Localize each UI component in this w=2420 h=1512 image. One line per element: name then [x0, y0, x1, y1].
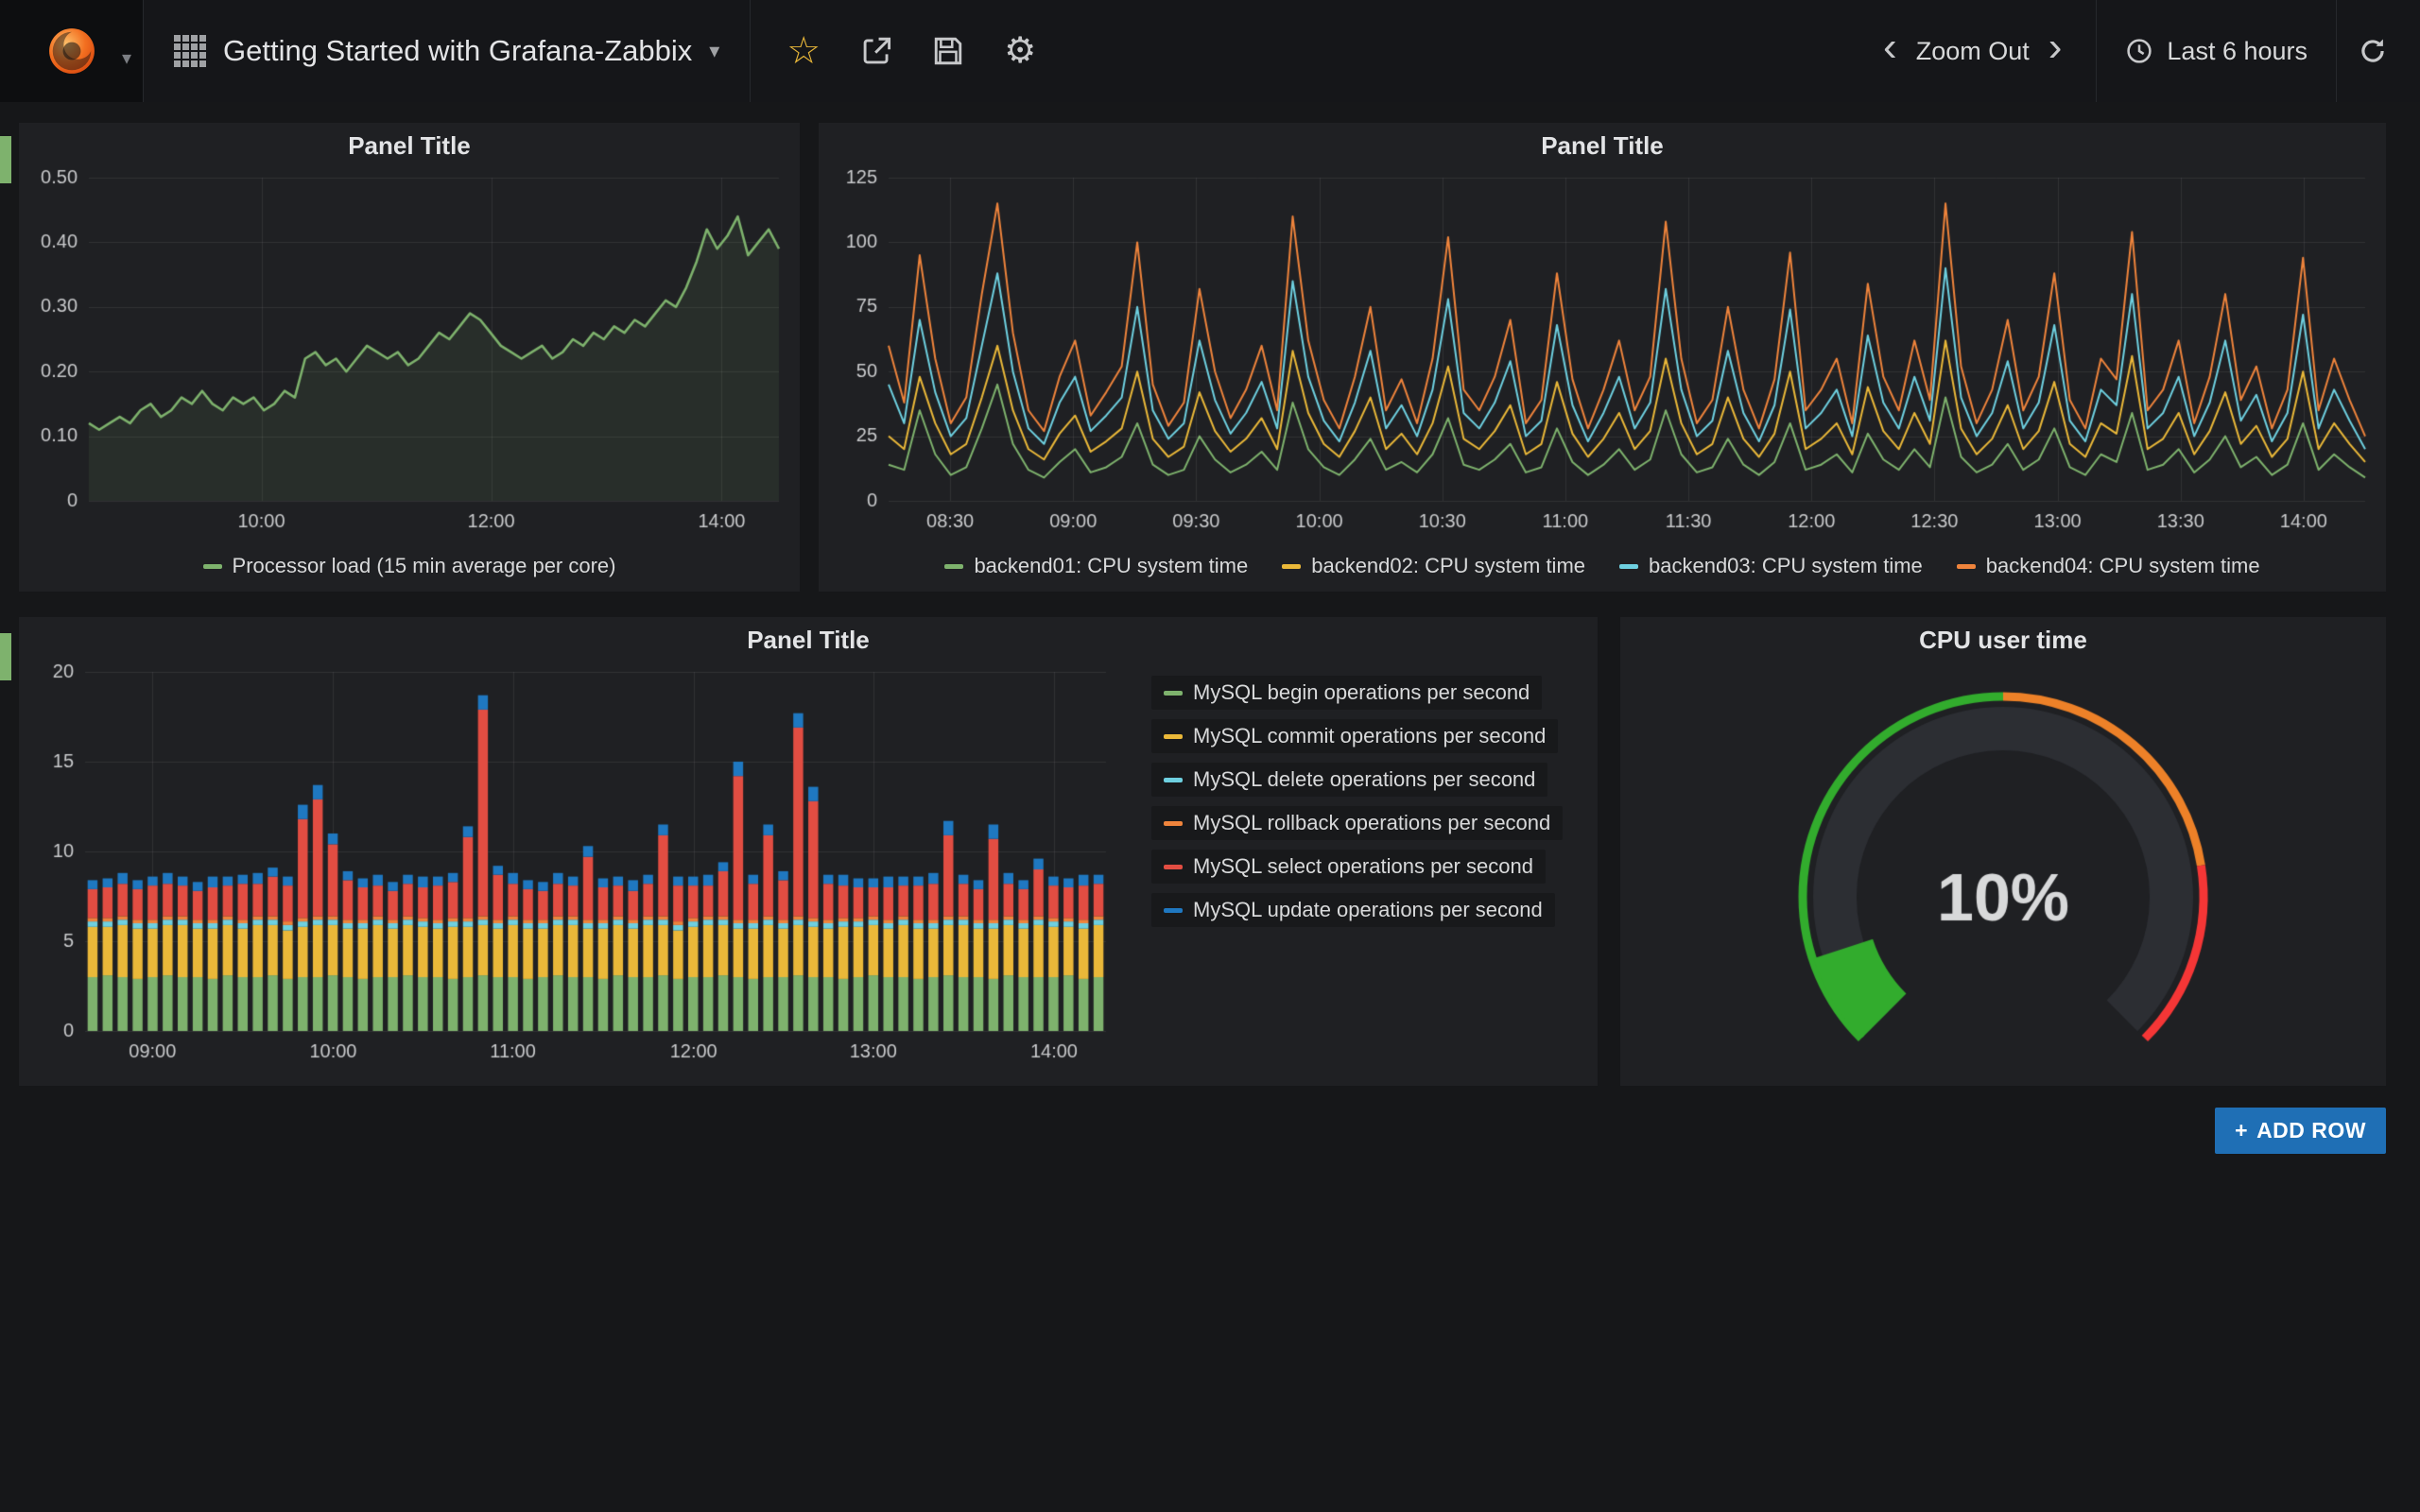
share-button[interactable] [860, 35, 892, 67]
divider [2096, 0, 2097, 102]
panel-processor-load: Panel Title Processor load (15 min avera… [19, 123, 800, 592]
legend-series-name: MySQL update operations per second [1193, 898, 1543, 922]
legend-item[interactable]: MySQL rollback operations per second [1151, 806, 1563, 840]
clock-icon [2125, 37, 2153, 65]
divider [2336, 0, 2337, 102]
legend-item[interactable]: MySQL begin operations per second [1151, 676, 1542, 710]
legend-item[interactable]: backend03: CPU system time [1619, 554, 1923, 578]
panel-cpu-system-time: Panel Title backend01: CPU system timeba… [819, 123, 2386, 592]
panel-title[interactable]: Panel Title [19, 617, 1598, 661]
settings-button[interactable]: ⚙ [1004, 33, 1036, 69]
legend-series-name: MySQL delete operations per second [1193, 767, 1535, 792]
legend-series-name: backend01: CPU system time [974, 554, 1248, 578]
chart-legend: MySQL begin operations per second MySQL c… [1125, 661, 1590, 1074]
chart-legend: backend01: CPU system time backend02: CPU… [819, 544, 2386, 588]
legend-color-mark [1164, 778, 1183, 782]
legend-item[interactable]: MySQL update operations per second [1151, 893, 1555, 927]
save-floppy-icon [932, 35, 964, 67]
line-chart-cpu-system-time[interactable] [826, 166, 2378, 544]
share-icon [860, 35, 892, 67]
legend-series-name: backend04: CPU system time [1986, 554, 2260, 578]
legend-color-mark [1282, 564, 1301, 569]
shift-time-forward-button[interactable]: › [2030, 26, 2082, 76]
dashboard-grid-icon [174, 35, 206, 67]
time-controls: ‹ Zoom Out › Last 6 hours [1864, 0, 2420, 102]
grafana-menu-button[interactable]: ▾ [0, 0, 144, 102]
legend-series-name: backend03: CPU system time [1649, 554, 1923, 578]
dashboard-title: Getting Started with Grafana-Zabbix [223, 34, 692, 68]
star-button[interactable]: ☆ [786, 32, 821, 70]
time-range-label: Last 6 hours [2167, 37, 2308, 66]
bar-chart-mysql-operations[interactable] [32, 661, 1119, 1074]
legend-color-mark [1164, 865, 1183, 869]
legend-color-mark [1164, 734, 1183, 739]
legend-series-name: MySQL select operations per second [1193, 854, 1533, 879]
legend-series-name: backend02: CPU system time [1311, 554, 1585, 578]
legend-item[interactable]: backend04: CPU system time [1957, 554, 2260, 578]
gauge-cpu-user-time[interactable] [1628, 661, 2378, 1074]
line-chart-processor-load[interactable] [26, 166, 792, 544]
panel-title[interactable]: CPU user time [1620, 617, 2386, 661]
shift-time-back-button[interactable]: ‹ [1864, 26, 1916, 76]
legend-item[interactable]: Processor load (15 min average per core) [203, 554, 616, 578]
zoom-out-button[interactable]: Zoom Out [1916, 37, 2030, 66]
grafana-logo-icon [44, 24, 99, 78]
dashboard-canvas: Panel Title Processor load (15 min avera… [0, 102, 2420, 1512]
caret-down-icon: ▾ [122, 46, 131, 70]
legend-series-name: Processor load (15 min average per core) [233, 554, 616, 578]
save-button[interactable] [932, 35, 964, 67]
navbar: ▾ Getting Started with Grafana-Zabbix ▾ … [0, 0, 2420, 102]
legend-item[interactable]: backend02: CPU system time [1282, 554, 1585, 578]
add-row-label: ADD ROW [2256, 1118, 2366, 1143]
legend-color-mark [203, 564, 222, 569]
legend-series-name: MySQL commit operations per second [1193, 724, 1546, 748]
legend-color-mark [1164, 691, 1183, 696]
plus-icon: + [2235, 1118, 2248, 1143]
panel-title[interactable]: Panel Title [19, 123, 800, 166]
legend-item[interactable]: backend01: CPU system time [944, 554, 1248, 578]
row-menu-handle[interactable] [0, 633, 11, 680]
chart-legend: Processor load (15 min average per core) [19, 544, 800, 588]
panel-cpu-user-time: CPU user time [1620, 617, 2386, 1086]
legend-item[interactable]: MySQL commit operations per second [1151, 719, 1558, 753]
time-range-picker[interactable]: Last 6 hours [2112, 37, 2321, 66]
legend-item[interactable]: MySQL select operations per second [1151, 850, 1546, 884]
row-menu-handle[interactable] [0, 136, 11, 183]
legend-color-mark [1619, 564, 1638, 569]
legend-color-mark [1957, 564, 1976, 569]
refresh-button[interactable] [2352, 36, 2420, 66]
caret-down-icon: ▾ [709, 39, 719, 63]
dashboard-picker[interactable]: Getting Started with Grafana-Zabbix ▾ [144, 0, 750, 102]
legend-series-name: MySQL rollback operations per second [1193, 811, 1550, 835]
add-row-button[interactable]: + ADD ROW [2215, 1108, 2386, 1154]
panel-title[interactable]: Panel Title [819, 123, 2386, 166]
refresh-icon [2358, 36, 2388, 66]
panel-mysql-operations: Panel Title MySQL begin operations per s… [19, 617, 1598, 1086]
dashboard-toolbar: ☆ ⚙ [750, 0, 1072, 102]
legend-color-mark [944, 564, 963, 569]
legend-series-name: MySQL begin operations per second [1193, 680, 1530, 705]
legend-color-mark [1164, 908, 1183, 913]
legend-item[interactable]: MySQL delete operations per second [1151, 763, 1547, 797]
legend-color-mark [1164, 821, 1183, 826]
